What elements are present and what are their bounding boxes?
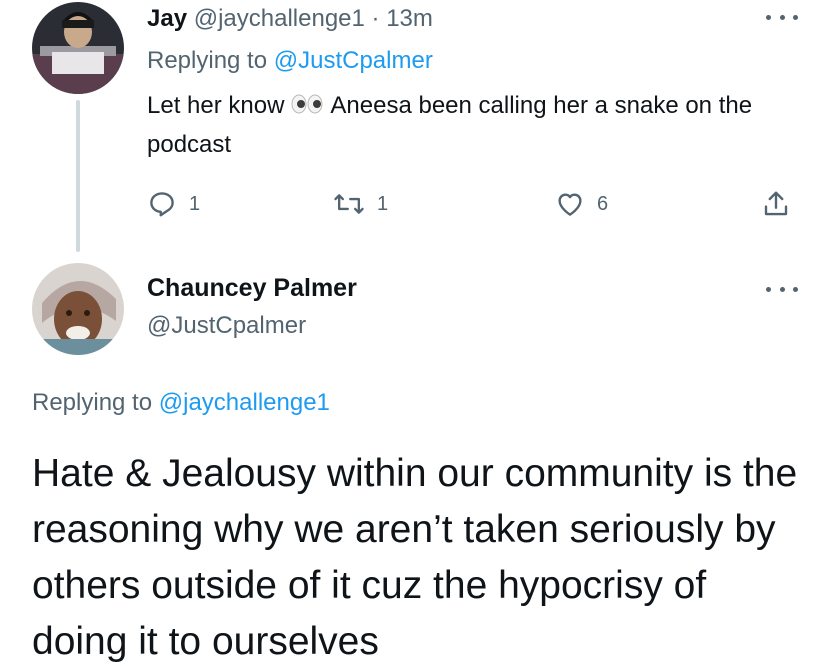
retweet-button[interactable]: 1 [333, 186, 388, 222]
replying-prefix: Replying to [32, 389, 153, 416]
retweet-icon [334, 194, 364, 214]
share-icon [764, 191, 788, 216]
like-count: 6 [597, 192, 609, 215]
avatar-image [32, 263, 124, 355]
more-options-icon[interactable] [766, 282, 798, 296]
reply-icon [150, 192, 174, 217]
reply-text-before: Let her know [147, 92, 285, 119]
reply-count: 1 [189, 192, 201, 215]
share-button[interactable] [761, 186, 791, 222]
main-tweet-text: Hate & Jealousy within our community is … [32, 452, 798, 663]
reply-action-bar: 1 1 6 [147, 186, 797, 222]
replying-to-line: Replying to @JustCpalmer [147, 44, 433, 78]
header-separator: · [371, 5, 380, 32]
heart-icon [558, 193, 582, 216]
reply-author-name[interactable]: Jay [147, 5, 187, 32]
avatar-jay[interactable] [32, 2, 124, 94]
avatar-image [32, 2, 124, 94]
like-button[interactable]: 6 [555, 186, 608, 222]
reply-button[interactable]: 1 [147, 186, 200, 222]
reply-tweet-text: Let her know Aneesa been calling her a sn… [147, 87, 787, 164]
thread-connector-line [76, 100, 80, 252]
main-replying-to-line: Replying to @jaychallenge1 [32, 386, 330, 420]
replying-to-mention[interactable]: @JustCpalmer [274, 47, 433, 74]
retweet-count: 1 [377, 192, 389, 215]
main-author-handle[interactable]: @JustCpalmer [147, 308, 306, 344]
more-options-icon[interactable] [766, 10, 798, 24]
reply-tweet-header: Jay @jaychallenge1 · 13m [147, 2, 433, 36]
eyes-icon [290, 88, 324, 126]
replying-to-mention[interactable]: @jaychallenge1 [159, 389, 330, 416]
reply-author-handle[interactable]: @jaychallenge1 [194, 5, 365, 32]
replying-prefix: Replying to [147, 47, 268, 74]
main-author-name[interactable]: Chauncey Palmer [147, 270, 357, 306]
reply-timestamp[interactable]: 13m [386, 5, 433, 32]
avatar-chauncey[interactable] [32, 263, 124, 355]
